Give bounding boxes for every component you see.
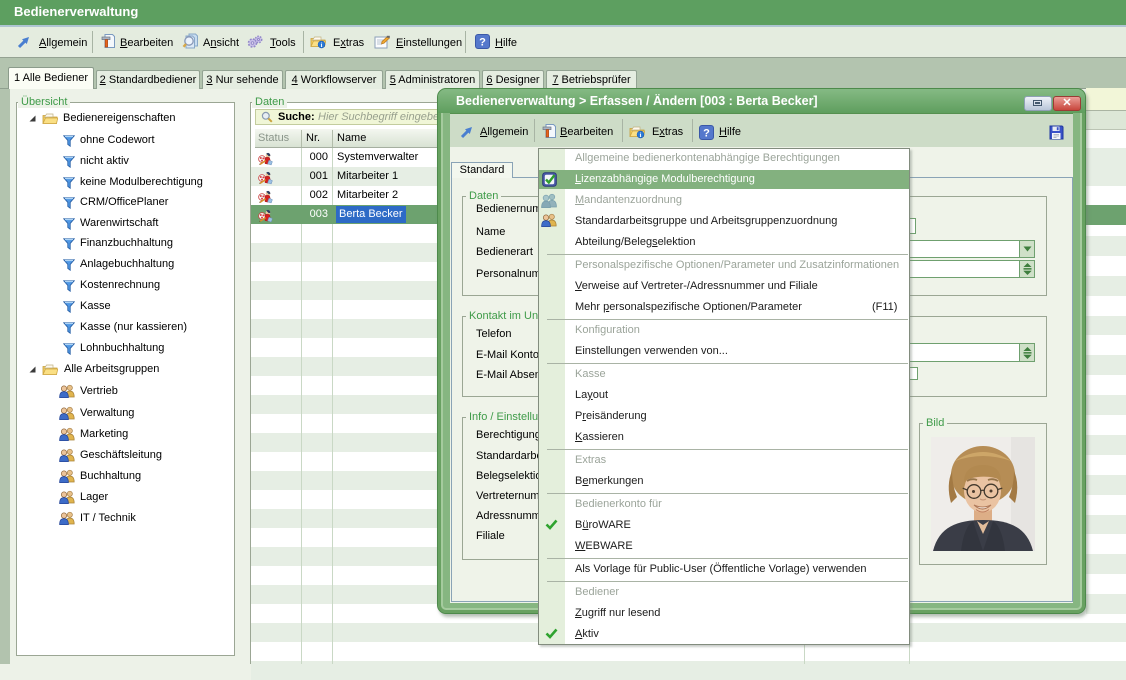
svg-text:?: ? <box>479 36 486 48</box>
svg-text:?: ? <box>703 127 710 139</box>
svg-text:i: i <box>640 132 642 139</box>
svg-text:i: i <box>321 42 323 49</box>
